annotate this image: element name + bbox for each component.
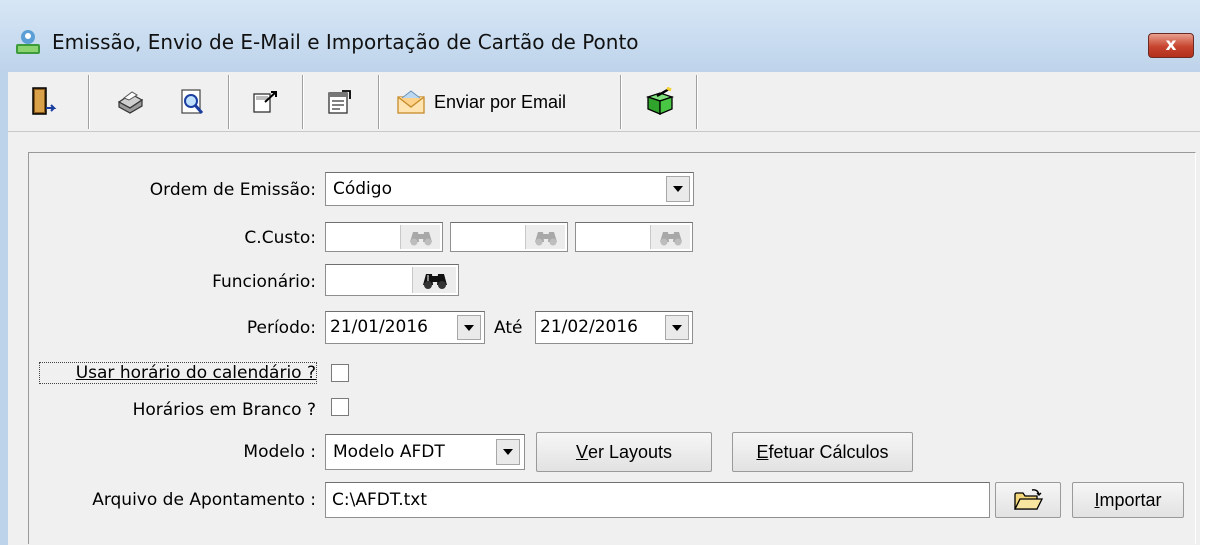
ccusto-label: C.Custo: [244, 228, 316, 248]
email-envelope-icon [397, 90, 425, 114]
ordem-emissao-select[interactable]: Código [325, 172, 694, 206]
send-email-button[interactable]: Enviar por Email [390, 72, 610, 132]
chevron-down-icon [673, 186, 683, 192]
horarios-branco-label: Horários em Branco ? [132, 400, 316, 420]
printer-icon [117, 91, 144, 114]
chevron-down-icon [503, 449, 513, 455]
exit-button[interactable] [18, 72, 70, 132]
horarios-branco-checkbox[interactable] [331, 398, 349, 416]
ccusto-field-2[interactable] [450, 222, 568, 252]
ccusto-field-1[interactable] [325, 222, 443, 252]
app-logo-icon [13, 28, 43, 58]
toolbar-separator [302, 75, 304, 129]
arquivo-apontamento-value: C:\AFDT.txt [332, 490, 427, 510]
ccusto-search-button-2[interactable] [525, 225, 565, 249]
funcionario-label: Funcionário: [212, 272, 316, 292]
periodo-fim-dropdown-button[interactable] [665, 315, 689, 340]
ver-layouts-button[interactable]: Ver Layouts [536, 432, 712, 472]
binoculars-icon [422, 274, 447, 289]
importar-button[interactable]: Importar [1072, 482, 1184, 518]
toolbar-separator [228, 75, 230, 129]
toolbar-separator [696, 75, 698, 129]
send-email-label: Enviar por Email [434, 91, 567, 112]
green-box-icon [645, 87, 675, 115]
open-file-button[interactable] [995, 482, 1061, 518]
toolbar-separator [378, 75, 380, 129]
efetuar-calculos-button[interactable]: Efetuar Cálculos [732, 432, 913, 472]
periodo-inicio-dropdown-button[interactable] [457, 315, 481, 340]
periodo-inicio-value: 21/01/2016 [330, 317, 428, 337]
modelo-select[interactable]: Modelo AFDT [325, 434, 525, 470]
setup-icon [253, 91, 277, 113]
efetuar-calculos-label: fetuar Cálculos [768, 441, 889, 462]
periodo-fim-value: 21/02/2016 [540, 317, 638, 337]
print-button[interactable] [105, 72, 155, 132]
arquivo-apontamento-label: Arquivo de Apontamento : [92, 490, 316, 510]
usar-horario-checkbox[interactable] [331, 364, 349, 382]
print-preview-icon [181, 89, 204, 114]
ordem-emissao-label: Ordem de Emissão: [149, 180, 316, 200]
toolbar-separator [620, 75, 622, 129]
ccusto-search-button-3[interactable] [650, 225, 690, 249]
efetuar-calculos-accelerator: E [756, 441, 769, 462]
setup-button[interactable] [240, 72, 290, 132]
funcionario-search-button[interactable] [412, 267, 456, 293]
green-box-button[interactable] [632, 72, 688, 132]
usar-horario-label[interactable]: Usar horário do calendário ? [39, 362, 317, 384]
chevron-down-icon [672, 324, 682, 331]
periodo-fim-picker[interactable]: 21/02/2016 [535, 311, 693, 344]
close-icon: x [1165, 35, 1177, 55]
toolbar-separator [88, 75, 90, 129]
funcionario-field[interactable] [325, 264, 459, 296]
close-button[interactable]: x [1148, 33, 1194, 58]
chevron-down-icon [464, 324, 474, 331]
modelo-label: Modelo : [243, 442, 316, 462]
importar-label: mportar [1099, 489, 1162, 510]
ccusto-field-3[interactable] [575, 222, 693, 252]
periodo-label: Período: [246, 318, 316, 338]
ate-label: Até [494, 318, 523, 338]
arquivo-apontamento-input[interactable]: C:\AFDT.txt [325, 482, 990, 518]
window-title: Emissão, Envio de E-Mail e Importação de… [52, 30, 639, 54]
ver-layouts-accelerator: V [575, 441, 588, 462]
modelo-value: Modelo AFDT [333, 442, 445, 462]
binoculars-icon [409, 232, 432, 246]
ordem-emissao-dropdown-button[interactable] [666, 176, 690, 202]
modelo-dropdown-button[interactable] [496, 439, 520, 465]
exit-door-icon [32, 87, 57, 115]
open-folder-icon [1013, 489, 1043, 510]
print-preview-button[interactable] [167, 72, 217, 132]
ver-layouts-label: er Layouts [587, 441, 673, 462]
properties-button[interactable] [314, 72, 364, 132]
binoculars-icon [534, 232, 557, 246]
ordem-emissao-value: Código [333, 179, 392, 199]
periodo-inicio-picker[interactable]: 21/01/2016 [325, 311, 485, 344]
ccusto-search-button-1[interactable] [400, 225, 440, 249]
binoculars-icon [659, 232, 682, 246]
properties-icon [328, 90, 351, 114]
